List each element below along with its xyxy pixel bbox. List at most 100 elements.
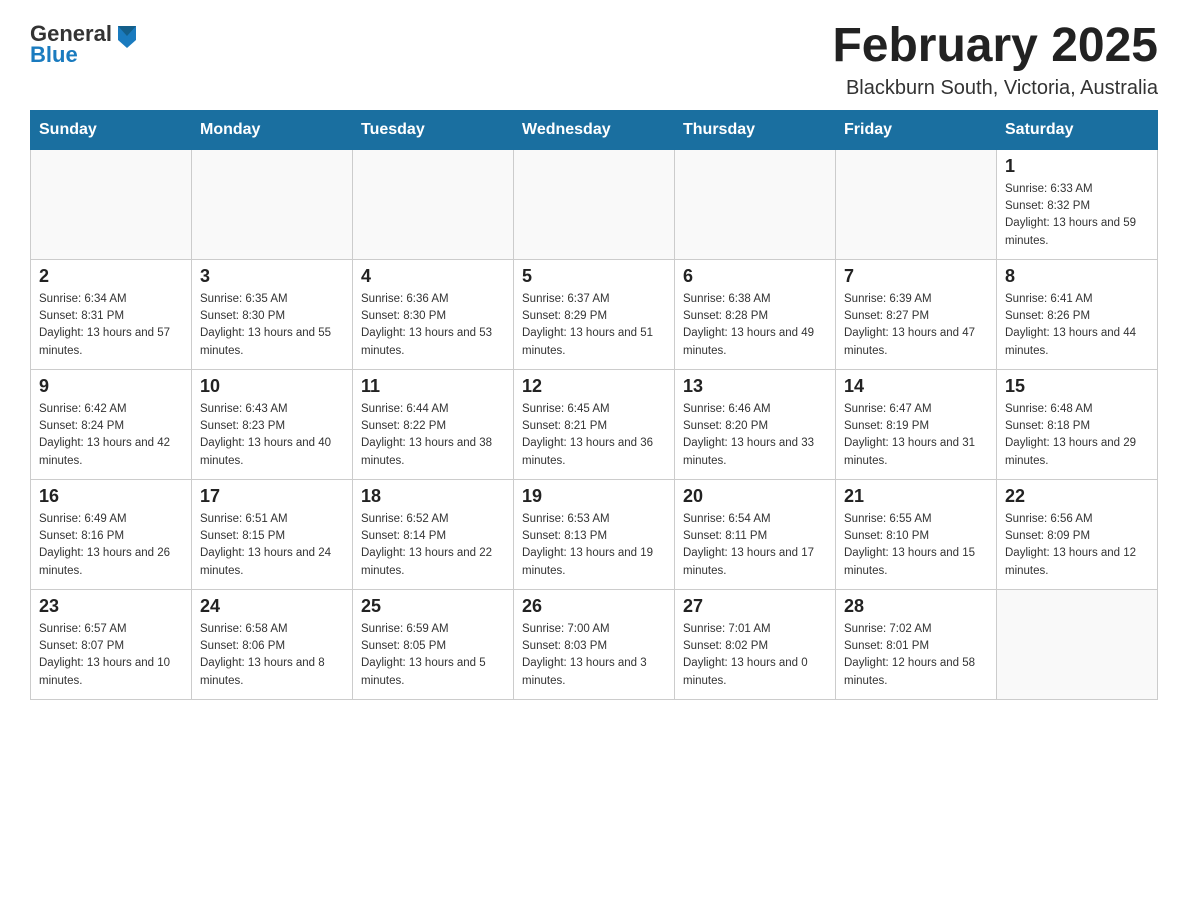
title-block: February 2025 Blackburn South, Victoria,…: [832, 20, 1158, 100]
column-header-monday: Monday: [192, 110, 353, 149]
day-info: Sunrise: 6:38 AMSunset: 8:28 PMDaylight:…: [683, 291, 827, 360]
day-info: Sunrise: 6:36 AMSunset: 8:30 PMDaylight:…: [361, 291, 505, 360]
day-info: Sunrise: 6:57 AMSunset: 8:07 PMDaylight:…: [39, 621, 183, 690]
day-number: 17: [200, 486, 344, 507]
week-row-3: 9 Sunrise: 6:42 AMSunset: 8:24 PMDaylight…: [31, 369, 1158, 479]
day-info: Sunrise: 6:48 AMSunset: 8:18 PMDaylight:…: [1005, 401, 1149, 470]
calendar-cell: [192, 149, 353, 259]
day-info: Sunrise: 7:01 AMSunset: 8:02 PMDaylight:…: [683, 621, 827, 690]
day-number: 28: [844, 596, 988, 617]
calendar-cell: 1 Sunrise: 6:33 AMSunset: 8:32 PMDaylight…: [997, 149, 1158, 259]
day-number: 27: [683, 596, 827, 617]
day-info: Sunrise: 6:41 AMSunset: 8:26 PMDaylight:…: [1005, 291, 1149, 360]
month-title: February 2025: [832, 20, 1158, 73]
day-number: 11: [361, 376, 505, 397]
calendar-cell: 14 Sunrise: 6:47 AMSunset: 8:19 PMDayligh…: [836, 369, 997, 479]
calendar-cell: 25 Sunrise: 6:59 AMSunset: 8:05 PMDayligh…: [353, 589, 514, 699]
calendar-cell: 27 Sunrise: 7:01 AMSunset: 8:02 PMDayligh…: [675, 589, 836, 699]
calendar-cell: 10 Sunrise: 6:43 AMSunset: 8:23 PMDayligh…: [192, 369, 353, 479]
calendar-cell: 5 Sunrise: 6:37 AMSunset: 8:29 PMDaylight…: [514, 259, 675, 369]
day-number: 5: [522, 266, 666, 287]
calendar-cell: 12Sunrise: 6:45 AMSunset: 8:21 PMDayligh…: [514, 369, 675, 479]
column-header-saturday: Saturday: [997, 110, 1158, 149]
day-info: Sunrise: 6:45 AMSunset: 8:21 PMDaylight:…: [522, 401, 666, 470]
logo: General Blue: [30, 20, 140, 66]
day-number: 21: [844, 486, 988, 507]
calendar-cell: 3 Sunrise: 6:35 AMSunset: 8:30 PMDaylight…: [192, 259, 353, 369]
day-number: 13: [683, 376, 827, 397]
calendar-cell: [836, 149, 997, 259]
day-info: Sunrise: 6:49 AMSunset: 8:16 PMDaylight:…: [39, 511, 183, 580]
day-number: 10: [200, 376, 344, 397]
column-header-thursday: Thursday: [675, 110, 836, 149]
day-number: 23: [39, 596, 183, 617]
calendar-cell: 6 Sunrise: 6:38 AMSunset: 8:28 PMDaylight…: [675, 259, 836, 369]
day-number: 18: [361, 486, 505, 507]
calendar-cell: 23 Sunrise: 6:57 AMSunset: 8:07 PMDayligh…: [31, 589, 192, 699]
calendar-cell: 15 Sunrise: 6:48 AMSunset: 8:18 PMDayligh…: [997, 369, 1158, 479]
day-info: Sunrise: 6:33 AMSunset: 8:32 PMDaylight:…: [1005, 181, 1149, 250]
day-number: 8: [1005, 266, 1149, 287]
week-row-5: 23 Sunrise: 6:57 AMSunset: 8:07 PMDayligh…: [31, 589, 1158, 699]
calendar-header: SundayMondayTuesdayWednesdayThursdayFrid…: [31, 110, 1158, 149]
day-info: Sunrise: 6:53 AMSunset: 8:13 PMDaylight:…: [522, 511, 666, 580]
calendar-cell: 16 Sunrise: 6:49 AMSunset: 8:16 PMDayligh…: [31, 479, 192, 589]
day-number: 9: [39, 376, 183, 397]
week-row-2: 2 Sunrise: 6:34 AMSunset: 8:31 PMDaylight…: [31, 259, 1158, 369]
day-number: 4: [361, 266, 505, 287]
day-info: Sunrise: 6:42 AMSunset: 8:24 PMDaylight:…: [39, 401, 183, 470]
day-info: Sunrise: 6:47 AMSunset: 8:19 PMDaylight:…: [844, 401, 988, 470]
column-header-sunday: Sunday: [31, 110, 192, 149]
day-number: 14: [844, 376, 988, 397]
calendar-cell: 21 Sunrise: 6:55 AMSunset: 8:10 PMDayligh…: [836, 479, 997, 589]
day-info: Sunrise: 7:02 AMSunset: 8:01 PMDaylight:…: [844, 621, 988, 690]
column-header-wednesday: Wednesday: [514, 110, 675, 149]
calendar-body: 1 Sunrise: 6:33 AMSunset: 8:32 PMDaylight…: [31, 149, 1158, 699]
day-info: Sunrise: 6:46 AMSunset: 8:20 PMDaylight:…: [683, 401, 827, 470]
calendar-cell: 28 Sunrise: 7:02 AMSunset: 8:01 PMDayligh…: [836, 589, 997, 699]
calendar-cell: 8 Sunrise: 6:41 AMSunset: 8:26 PMDaylight…: [997, 259, 1158, 369]
day-number: 2: [39, 266, 183, 287]
calendar-cell: 4 Sunrise: 6:36 AMSunset: 8:30 PMDaylight…: [353, 259, 514, 369]
day-number: 16: [39, 486, 183, 507]
day-info: Sunrise: 6:56 AMSunset: 8:09 PMDaylight:…: [1005, 511, 1149, 580]
calendar-cell: 13 Sunrise: 6:46 AMSunset: 8:20 PMDayligh…: [675, 369, 836, 479]
calendar-cell: 9 Sunrise: 6:42 AMSunset: 8:24 PMDaylight…: [31, 369, 192, 479]
day-info: Sunrise: 6:37 AMSunset: 8:29 PMDaylight:…: [522, 291, 666, 360]
day-number: 6: [683, 266, 827, 287]
calendar-cell: [514, 149, 675, 259]
day-info: Sunrise: 6:55 AMSunset: 8:10 PMDaylight:…: [844, 511, 988, 580]
day-number: 19: [522, 486, 666, 507]
day-info: Sunrise: 6:44 AMSunset: 8:22 PMDaylight:…: [361, 401, 505, 470]
day-number: 1: [1005, 156, 1149, 177]
day-info: Sunrise: 7:00 AMSunset: 8:03 PMDaylight:…: [522, 621, 666, 690]
day-info: Sunrise: 6:34 AMSunset: 8:31 PMDaylight:…: [39, 291, 183, 360]
day-number: 3: [200, 266, 344, 287]
day-number: 15: [1005, 376, 1149, 397]
page-header: General Blue February 2025 Blackburn Sou…: [30, 20, 1158, 100]
day-info: Sunrise: 6:58 AMSunset: 8:06 PMDaylight:…: [200, 621, 344, 690]
calendar-cell: 19 Sunrise: 6:53 AMSunset: 8:13 PMDayligh…: [514, 479, 675, 589]
day-number: 25: [361, 596, 505, 617]
week-row-1: 1 Sunrise: 6:33 AMSunset: 8:32 PMDaylight…: [31, 149, 1158, 259]
column-header-friday: Friday: [836, 110, 997, 149]
calendar-cell: 26 Sunrise: 7:00 AMSunset: 8:03 PMDayligh…: [514, 589, 675, 699]
calendar-cell: 11 Sunrise: 6:44 AMSunset: 8:22 PMDayligh…: [353, 369, 514, 479]
day-number: 7: [844, 266, 988, 287]
week-row-4: 16 Sunrise: 6:49 AMSunset: 8:16 PMDayligh…: [31, 479, 1158, 589]
logo-blue-text: Blue: [30, 44, 140, 66]
calendar-cell: [997, 589, 1158, 699]
day-number: 22: [1005, 486, 1149, 507]
calendar-cell: 17Sunrise: 6:51 AMSunset: 8:15 PMDayligh…: [192, 479, 353, 589]
day-info: Sunrise: 6:59 AMSunset: 8:05 PMDaylight:…: [361, 621, 505, 690]
day-number: 26: [522, 596, 666, 617]
calendar-cell: 2 Sunrise: 6:34 AMSunset: 8:31 PMDaylight…: [31, 259, 192, 369]
column-header-tuesday: Tuesday: [353, 110, 514, 149]
calendar-cell: 24 Sunrise: 6:58 AMSunset: 8:06 PMDayligh…: [192, 589, 353, 699]
calendar-cell: [31, 149, 192, 259]
calendar-cell: 18 Sunrise: 6:52 AMSunset: 8:14 PMDayligh…: [353, 479, 514, 589]
day-info: Sunrise: 6:43 AMSunset: 8:23 PMDaylight:…: [200, 401, 344, 470]
day-number: 24: [200, 596, 344, 617]
day-info: Sunrise: 6:52 AMSunset: 8:14 PMDaylight:…: [361, 511, 505, 580]
day-info: Sunrise: 6:35 AMSunset: 8:30 PMDaylight:…: [200, 291, 344, 360]
